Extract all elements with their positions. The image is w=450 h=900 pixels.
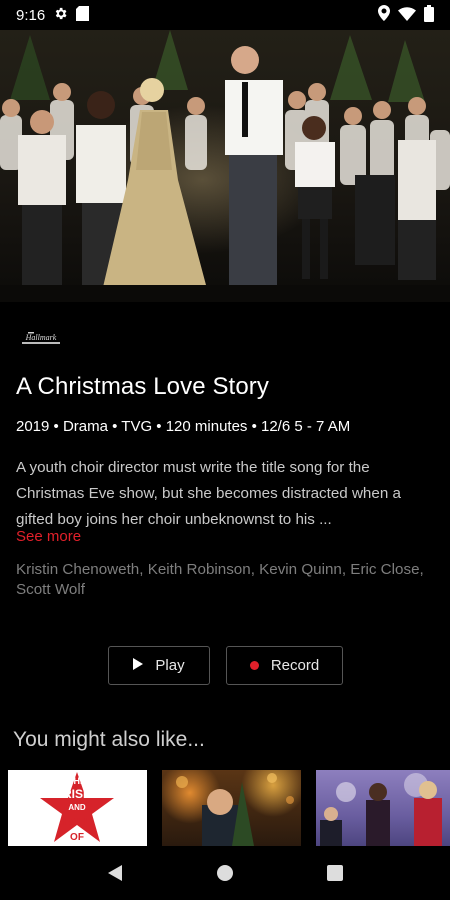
status-bar: 9:16	[0, 0, 450, 30]
recommendation-item[interactable]	[162, 770, 301, 846]
hero-image	[0, 30, 450, 302]
svg-text:Hallmark: Hallmark	[25, 333, 57, 342]
recommendation-item[interactable]: THE RISE AND FALL OF	[8, 770, 147, 846]
settings-icon	[53, 6, 68, 25]
play-label: Play	[155, 657, 185, 674]
battery-icon	[424, 4, 434, 26]
record-icon	[249, 661, 259, 670]
program-title: A Christmas Love Story	[16, 373, 269, 400]
home-icon[interactable]	[213, 861, 237, 885]
system-nav-bar	[0, 846, 450, 900]
see-more-link[interactable]: See more	[16, 528, 81, 545]
play-icon	[133, 657, 144, 674]
recents-icon[interactable]	[323, 861, 347, 885]
sd-card-icon	[76, 5, 90, 25]
recommendation-item[interactable]	[316, 770, 450, 846]
location-icon	[378, 5, 390, 25]
play-button[interactable]: Play	[108, 646, 210, 685]
program-meta: 2019 • Drama • TVG • 120 minutes • 12/6 …	[16, 418, 351, 435]
program-cast: Kristin Chenoweth, Keith Robinson, Kevin…	[16, 561, 424, 598]
program-description: A youth choir director must write the ti…	[16, 459, 401, 528]
record-button[interactable]: Record	[226, 646, 343, 685]
back-icon[interactable]	[103, 861, 127, 885]
svg-text:OF: OF	[70, 832, 84, 843]
record-label: Record	[270, 657, 320, 674]
status-time: 9:16	[16, 6, 46, 24]
svg-text:AND: AND	[68, 803, 86, 812]
svg-text:FALL: FALL	[63, 816, 91, 828]
recommendations-title: You might also like...	[13, 728, 205, 751]
wifi-icon	[398, 6, 416, 25]
hallmark-channel-logo: Hallmark	[18, 328, 64, 348]
svg-text:RISE: RISE	[63, 787, 91, 801]
svg-text:THE: THE	[68, 776, 86, 786]
